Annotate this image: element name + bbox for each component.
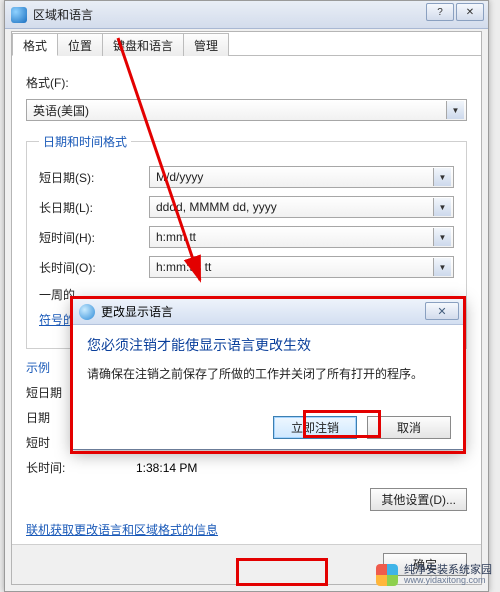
watermark: 纯净安装系统家园 www.yidaxitong.com [376, 564, 492, 586]
long-time-combo[interactable]: h:mm:ss tt ▼ [149, 256, 454, 278]
change-display-language-dialog: 更改显示语言 ✕ 您必须注销才能使显示语言更改生效 请确保在注销之前保存了所做的… [72, 298, 464, 450]
chevron-down-icon: ▼ [433, 198, 451, 216]
short-date-value: M/d/yyyy [156, 170, 203, 184]
short-time-combo[interactable]: h:mm tt ▼ [149, 226, 454, 248]
long-time-label: 长时间(O): [39, 259, 149, 276]
button-label: 立即注销 [291, 419, 339, 436]
short-date-label: 短日期(S): [39, 169, 149, 186]
tabstrip: 格式 位置 键盘和语言 管理 [12, 32, 481, 56]
button-label: 其他设置(D)... [381, 491, 456, 508]
long-date-label: 长日期(L): [39, 199, 149, 216]
format-combo[interactable]: 英语(美国) ▼ [26, 99, 467, 121]
window-title: 区域和语言 [33, 6, 93, 23]
watermark-url: www.yidaxitong.com [404, 576, 492, 586]
window-buttons: ? ✕ [426, 3, 484, 21]
other-settings-button[interactable]: 其他设置(D)... [370, 488, 467, 511]
dialog-title: 更改显示语言 [101, 303, 173, 320]
notation-link[interactable]: 符号的 [39, 311, 75, 328]
dialog-titlebar[interactable]: 更改显示语言 ✕ [73, 299, 463, 325]
group-legend: 日期和时间格式 [39, 133, 131, 150]
tab-keyboard-language[interactable]: 键盘和语言 [102, 33, 184, 56]
close-button[interactable]: ✕ [456, 3, 484, 21]
long-date-value: dddd, MMMM dd, yyyy [156, 200, 277, 214]
globe-icon [79, 304, 95, 320]
titlebar[interactable]: 区域和语言 ? ✕ [5, 1, 488, 29]
online-info-link[interactable]: 联机获取更改语言和区域格式的信息 [26, 523, 218, 537]
tab-format[interactable]: 格式 [12, 33, 58, 56]
example-long-time-value: 1:38:14 PM [136, 461, 197, 475]
region-language-window: 区域和语言 ? ✕ 格式 位置 键盘和语言 管理 格式(F): 英语(美国) ▼ [4, 0, 489, 592]
tab-label: 管理 [194, 39, 218, 53]
cancel-button[interactable]: 取消 [367, 416, 451, 439]
dialog-message: 请确保在注销之前保存了所做的工作并关闭了所有打开的程序。 [87, 365, 449, 382]
dialog-buttons: 立即注销 取消 [273, 416, 451, 439]
tab-label: 位置 [68, 39, 92, 53]
dialog-close-button[interactable]: ✕ [425, 302, 459, 320]
app-icon [11, 7, 27, 23]
chevron-down-icon: ▼ [433, 168, 451, 186]
button-label: 取消 [397, 419, 421, 436]
watermark-logo-icon [376, 564, 398, 586]
short-time-label: 短时间(H): [39, 229, 149, 246]
dialog-body: 您必须注销才能使显示语言更改生效 请确保在注销之前保存了所做的工作并关闭了所有打… [73, 325, 463, 392]
long-time-value: h:mm:ss tt [156, 260, 211, 274]
dialog-heading: 您必须注销才能使显示语言更改生效 [87, 335, 449, 355]
chevron-down-icon: ▼ [446, 101, 464, 119]
tab-label: 键盘和语言 [113, 39, 173, 53]
logoff-now-button[interactable]: 立即注销 [273, 416, 357, 439]
chevron-down-icon: ▼ [433, 258, 451, 276]
short-time-value: h:mm tt [156, 230, 196, 244]
help-button[interactable]: ? [426, 3, 454, 21]
short-date-combo[interactable]: M/d/yyyy ▼ [149, 166, 454, 188]
tab-location[interactable]: 位置 [57, 33, 103, 56]
format-value: 英语(美国) [33, 102, 89, 119]
example-long-time-label: 长时间: [26, 459, 136, 476]
chevron-down-icon: ▼ [433, 228, 451, 246]
format-label: 格式(F): [26, 74, 136, 91]
tab-admin[interactable]: 管理 [183, 33, 229, 56]
long-date-combo[interactable]: dddd, MMMM dd, yyyy ▼ [149, 196, 454, 218]
tab-label: 格式 [23, 39, 47, 53]
